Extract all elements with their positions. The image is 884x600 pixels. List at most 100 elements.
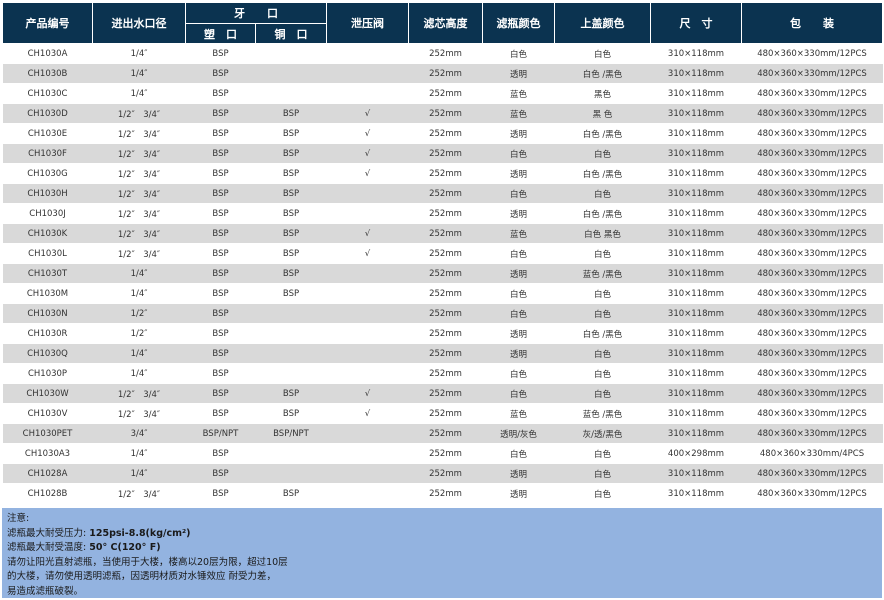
cell-thread-plastic: BSP <box>185 243 256 264</box>
temperature-label: 滤瓶最大耐受温度: <box>7 542 90 554</box>
cell-packing: 480×360×330mm/12PCS <box>741 103 883 124</box>
cell-thread-copper: BSP <box>255 103 327 124</box>
cell-inlet: 1/2″ 3/4″ <box>92 163 186 184</box>
cell-size: 310×118mm <box>650 43 742 64</box>
cell-packing: 480×360×330mm/12PCS <box>741 343 883 364</box>
cell-inlet: 1/2″ 3/4″ <box>92 123 186 144</box>
cell-core-height: 252mm <box>408 303 483 324</box>
cell-size: 310×118mm <box>650 263 742 284</box>
cell-thread-copper <box>255 443 327 464</box>
cell-bottle-color: 蓝色 <box>482 223 555 244</box>
cell-size: 310×118mm <box>650 283 742 304</box>
cell-inlet: 1/2″ 3/4″ <box>92 103 186 124</box>
cell-thread-copper: BSP <box>255 263 327 284</box>
cell-thread-copper: BSP <box>255 403 327 424</box>
cell-bottle-color: 蓝色 <box>482 103 555 124</box>
cell-core-height: 252mm <box>408 323 483 344</box>
cell-thread-plastic: BSP <box>185 223 256 244</box>
cell-size: 310×118mm <box>650 483 742 504</box>
cell-thread-copper: BSP <box>255 163 327 184</box>
cell-cap-color: 白色 <box>554 303 651 324</box>
cell-thread-plastic: BSP <box>185 183 256 204</box>
cell-thread-plastic: BSP <box>185 263 256 284</box>
notes-pressure: 滤瓶最大耐受压力: 125psi-8.8(kg/cm²) <box>7 527 876 542</box>
cell-core-height: 252mm <box>408 243 483 264</box>
cell-inlet: 1/4″ <box>92 83 186 104</box>
cell-cap-color: 白色 <box>554 443 651 464</box>
table-row: CH1028A 1/4″ BSP 252mm 透明 白色 310×118mm 480×360×… <box>2 463 883 484</box>
cell-packing: 480×360×330mm/12PCS <box>741 363 883 384</box>
cell-cap-color: 黑色 <box>554 83 651 104</box>
notes-temperature: 滤瓶最大耐受温度: 50° C(120° F) <box>7 541 876 556</box>
cell-cap-color: 黑 色 <box>554 103 651 124</box>
cell-thread-copper: BSP <box>255 483 327 504</box>
cell-inlet: 1/2″ 3/4″ <box>92 243 186 264</box>
cell-size: 400×298mm <box>650 443 742 464</box>
cell-thread-copper: BSP <box>255 383 327 404</box>
cell-thread-plastic: BSP <box>185 83 256 104</box>
cell-size: 310×118mm <box>650 83 742 104</box>
cell-thread-plastic: BSP <box>185 203 256 224</box>
cell-thread-plastic: BSP <box>185 123 256 144</box>
cell-bottle-color: 透明/灰色 <box>482 423 555 444</box>
table-row: CH1030D 1/2″ 3/4″ BSP BSP √ 252mm 蓝色黑 色 310×118… <box>2 103 883 124</box>
cell-packing: 480×360×330mm/12PCS <box>741 223 883 244</box>
cell-relief-valve <box>326 203 409 224</box>
cell-thread-plastic: BSP <box>185 323 256 344</box>
cell-packing: 480×360×330mm/12PCS <box>741 63 883 84</box>
header-thread-copper: 铜 口 <box>255 23 327 44</box>
table-row: CH1030J 1/2″ 3/4″ BSP BSP 252mm 透明 白色 /黑色 310×1… <box>2 203 883 224</box>
cell-inlet: 1/4″ <box>92 63 186 84</box>
cell-thread-copper <box>255 363 327 384</box>
cell-inlet: 1/2″ 3/4″ <box>92 143 186 164</box>
notes-warning-line: 的大楼，请勿使用透明滤瓶，因透明材质对水锤效应 耐受力差， <box>7 571 277 583</box>
cell-bottle-color: 蓝色 <box>482 83 555 104</box>
cell-packing: 480×360×330mm/4PCS <box>741 443 883 464</box>
notes-warning-line: 易造成滤瓶破裂。 <box>7 585 84 597</box>
cell-packing: 480×360×330mm/12PCS <box>741 163 883 184</box>
cell-inlet: 1/2″ 3/4″ <box>92 403 186 424</box>
cell-core-height: 252mm <box>408 43 483 64</box>
cell-thread-plastic: BSP <box>185 363 256 384</box>
cell-size: 310×118mm <box>650 63 742 84</box>
cell-inlet: 1/2″ <box>92 303 186 324</box>
cell-code: CH1028B <box>2 483 93 504</box>
cell-thread-copper: BSP <box>255 183 327 204</box>
header-size: 尺 寸 <box>650 2 742 44</box>
notes-panel: 注意: 滤瓶最大耐受压力: 125psi-8.8(kg/cm²) 滤瓶最大耐受温… <box>2 508 882 598</box>
cell-bottle-color: 白色 <box>482 183 555 204</box>
cell-cap-color: 白色 <box>554 363 651 384</box>
cell-thread-copper <box>255 303 327 324</box>
cell-thread-plastic: BSP <box>185 443 256 464</box>
cell-cap-color: 白色 /黑色 <box>554 203 651 224</box>
header-bottle-color: 滤瓶颜色 <box>482 2 555 44</box>
table-row: CH1030W 1/2″ 3/4″ BSP BSP √ 252mm 白色 白色 310×118m… <box>2 383 883 404</box>
cell-size: 310×118mm <box>650 123 742 144</box>
cell-thread-plastic: BSP <box>185 403 256 424</box>
cell-core-height: 252mm <box>408 63 483 84</box>
cell-relief-valve <box>326 323 409 344</box>
cell-relief-valve <box>326 283 409 304</box>
cell-size: 310×118mm <box>650 203 742 224</box>
cell-core-height: 252mm <box>408 283 483 304</box>
cell-bottle-color: 白色 <box>482 283 555 304</box>
cell-thread-copper <box>255 83 327 104</box>
cell-relief-valve: √ <box>326 383 409 404</box>
cell-inlet: 1/4″ <box>92 443 186 464</box>
cell-relief-valve <box>326 63 409 84</box>
table-row: CH1030K 1/2″ 3/4″ BSP BSP √ 252mm 蓝色 白色 黑色 310×1… <box>2 223 883 244</box>
cell-thread-copper: BSP/NPT <box>255 423 327 444</box>
cell-relief-valve <box>326 343 409 364</box>
cell-core-height: 252mm <box>408 483 483 504</box>
cell-size: 310×118mm <box>650 183 742 204</box>
cell-thread-plastic: BSP <box>185 283 256 304</box>
cell-relief-valve: √ <box>326 223 409 244</box>
cell-inlet: 1/2″ 3/4″ <box>92 383 186 404</box>
cell-bottle-color: 透明 <box>482 323 555 344</box>
cell-code: CH1030G <box>2 163 93 184</box>
cell-relief-valve <box>326 43 409 64</box>
cell-relief-valve: √ <box>326 143 409 164</box>
cell-code: CH1030E <box>2 123 93 144</box>
table-row: CH1030T 1/4″ BSP BSP 252mm 透明 蓝色 /黑色 310×118mm 4… <box>2 263 883 284</box>
table-row: CH1030G 1/2″ 3/4″ BSP BSP √ 252mm 透明 白色 /黑色 310×… <box>2 163 883 184</box>
